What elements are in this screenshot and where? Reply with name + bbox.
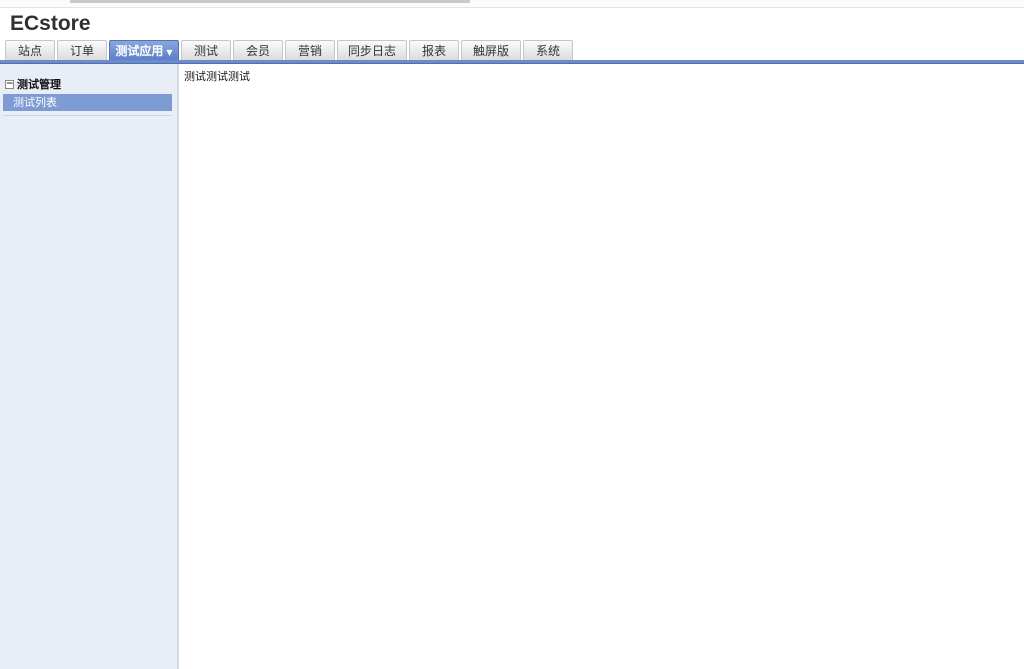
- sidebar-group[interactable]: − 测试管理: [5, 77, 61, 91]
- tab-test[interactable]: 测试: [181, 40, 231, 60]
- tab-site[interactable]: 站点: [5, 40, 55, 60]
- tab-orders[interactable]: 订单: [57, 40, 107, 60]
- tab-sync-log[interactable]: 同步日志: [337, 40, 407, 60]
- browser-top-strip: [0, 0, 1024, 8]
- sidebar: − 测试管理 测试列表: [0, 64, 179, 669]
- sidebar-group-title: 测试管理: [17, 78, 61, 91]
- tab-test-app-label: 测试应用: [115, 44, 164, 58]
- app-logo: ECstore: [10, 12, 91, 35]
- sidebar-divider: [3, 115, 172, 116]
- tab-reports[interactable]: 报表: [409, 40, 459, 60]
- tab-marketing[interactable]: 营销: [285, 40, 335, 60]
- chevron-down-icon: ▼: [166, 48, 173, 57]
- sidebar-item-test-list[interactable]: 测试列表: [3, 94, 172, 111]
- tab-touch-version[interactable]: 触屏版: [461, 40, 521, 60]
- cropped-toolbar-fragment: [70, 0, 470, 3]
- content-text: 测试测试测试: [184, 70, 250, 83]
- tab-test-app[interactable]: 测试应用 ▼: [109, 40, 179, 60]
- collapse-icon[interactable]: −: [5, 79, 14, 89]
- tab-members[interactable]: 会员: [233, 40, 283, 60]
- main-nav-tabs: 站点 订单 测试应用 ▼ 测试 会员 营销 同步日志 报表 触屏版 系统: [5, 40, 573, 60]
- tab-system[interactable]: 系统: [523, 40, 573, 60]
- main-content: 测试测试测试: [181, 64, 1024, 669]
